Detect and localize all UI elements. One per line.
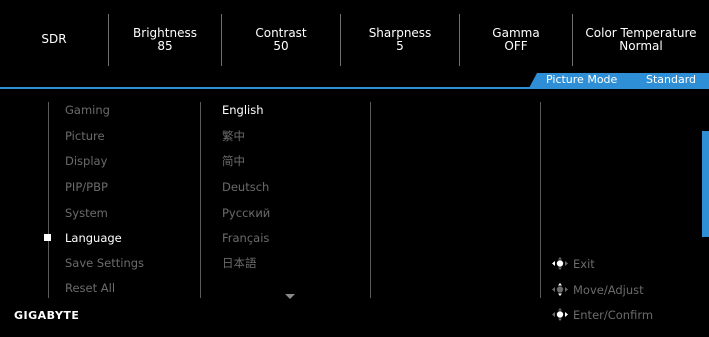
menu-item-reset-all[interactable]: Reset All xyxy=(65,282,115,295)
submenu-column-divider xyxy=(200,102,201,298)
picture-mode-label: Picture Mode xyxy=(546,73,618,86)
contrast-indicator: Contrast 50 xyxy=(222,27,340,53)
menu-item-language[interactable]: Language xyxy=(65,232,122,245)
language-option-simplified-chinese[interactable]: 简中 xyxy=(222,155,245,168)
gigabyte-logo: GIGABYTE xyxy=(14,309,80,322)
hdr-mode-label: SDR xyxy=(41,32,67,46)
hint-exit: Exit xyxy=(551,257,595,271)
scroll-indicator xyxy=(702,131,709,237)
hints-column-divider xyxy=(540,102,541,298)
menu-item-gaming[interactable]: Gaming xyxy=(65,104,110,117)
hdr-mode-indicator: SDR xyxy=(0,33,108,46)
menu-item-save-settings[interactable]: Save Settings xyxy=(65,257,144,270)
language-option-english[interactable]: English xyxy=(222,104,264,117)
hint-enter-confirm-label: Enter/Confirm xyxy=(573,308,654,322)
top-info-bar: SDR Brightness 85 Contrast 50 Sharpness … xyxy=(0,0,709,72)
gamma-indicator: Gamma OFF xyxy=(460,27,572,53)
brightness-indicator: Brightness 85 xyxy=(109,27,221,53)
sharpness-value: 5 xyxy=(396,39,404,53)
scroll-down-arrow-icon[interactable] xyxy=(285,294,295,299)
color-temperature-indicator: Color Temperature Normal xyxy=(573,27,709,53)
menu-item-display[interactable]: Display xyxy=(65,155,107,168)
brightness-value: 85 xyxy=(157,39,173,53)
status-divider xyxy=(0,87,709,89)
language-option-traditional-chinese[interactable]: 繁中 xyxy=(222,130,245,143)
language-option-russian[interactable]: Русский xyxy=(222,207,270,220)
menu-column-divider xyxy=(48,102,49,298)
sharpness-indicator: Sharpness 5 xyxy=(341,27,459,53)
options-column-divider xyxy=(370,102,371,298)
menu-item-pip-pbp[interactable]: PIP/PBP xyxy=(65,181,108,194)
joystick-left-icon xyxy=(551,257,569,270)
hint-move-adjust-label: Move/Adjust xyxy=(573,283,644,297)
gamma-value: OFF xyxy=(504,39,528,53)
language-option-japanese[interactable]: 日本語 xyxy=(222,257,257,270)
selection-marker xyxy=(44,234,51,241)
joystick-updown-icon xyxy=(551,283,569,296)
language-option-francais[interactable]: Français xyxy=(222,232,269,245)
menu-item-system[interactable]: System xyxy=(65,207,108,220)
hint-exit-label: Exit xyxy=(573,257,595,271)
picture-mode-value: Standard xyxy=(646,73,697,86)
joystick-press-icon xyxy=(551,308,569,321)
contrast-value: 50 xyxy=(273,39,289,53)
hint-move-adjust: Move/Adjust xyxy=(551,283,644,297)
menu-item-picture[interactable]: Picture xyxy=(65,130,105,143)
language-option-deutsch[interactable]: Deutsch xyxy=(222,181,269,194)
color-temperature-value: Normal xyxy=(619,39,663,53)
hint-enter-confirm: Enter/Confirm xyxy=(551,308,653,322)
